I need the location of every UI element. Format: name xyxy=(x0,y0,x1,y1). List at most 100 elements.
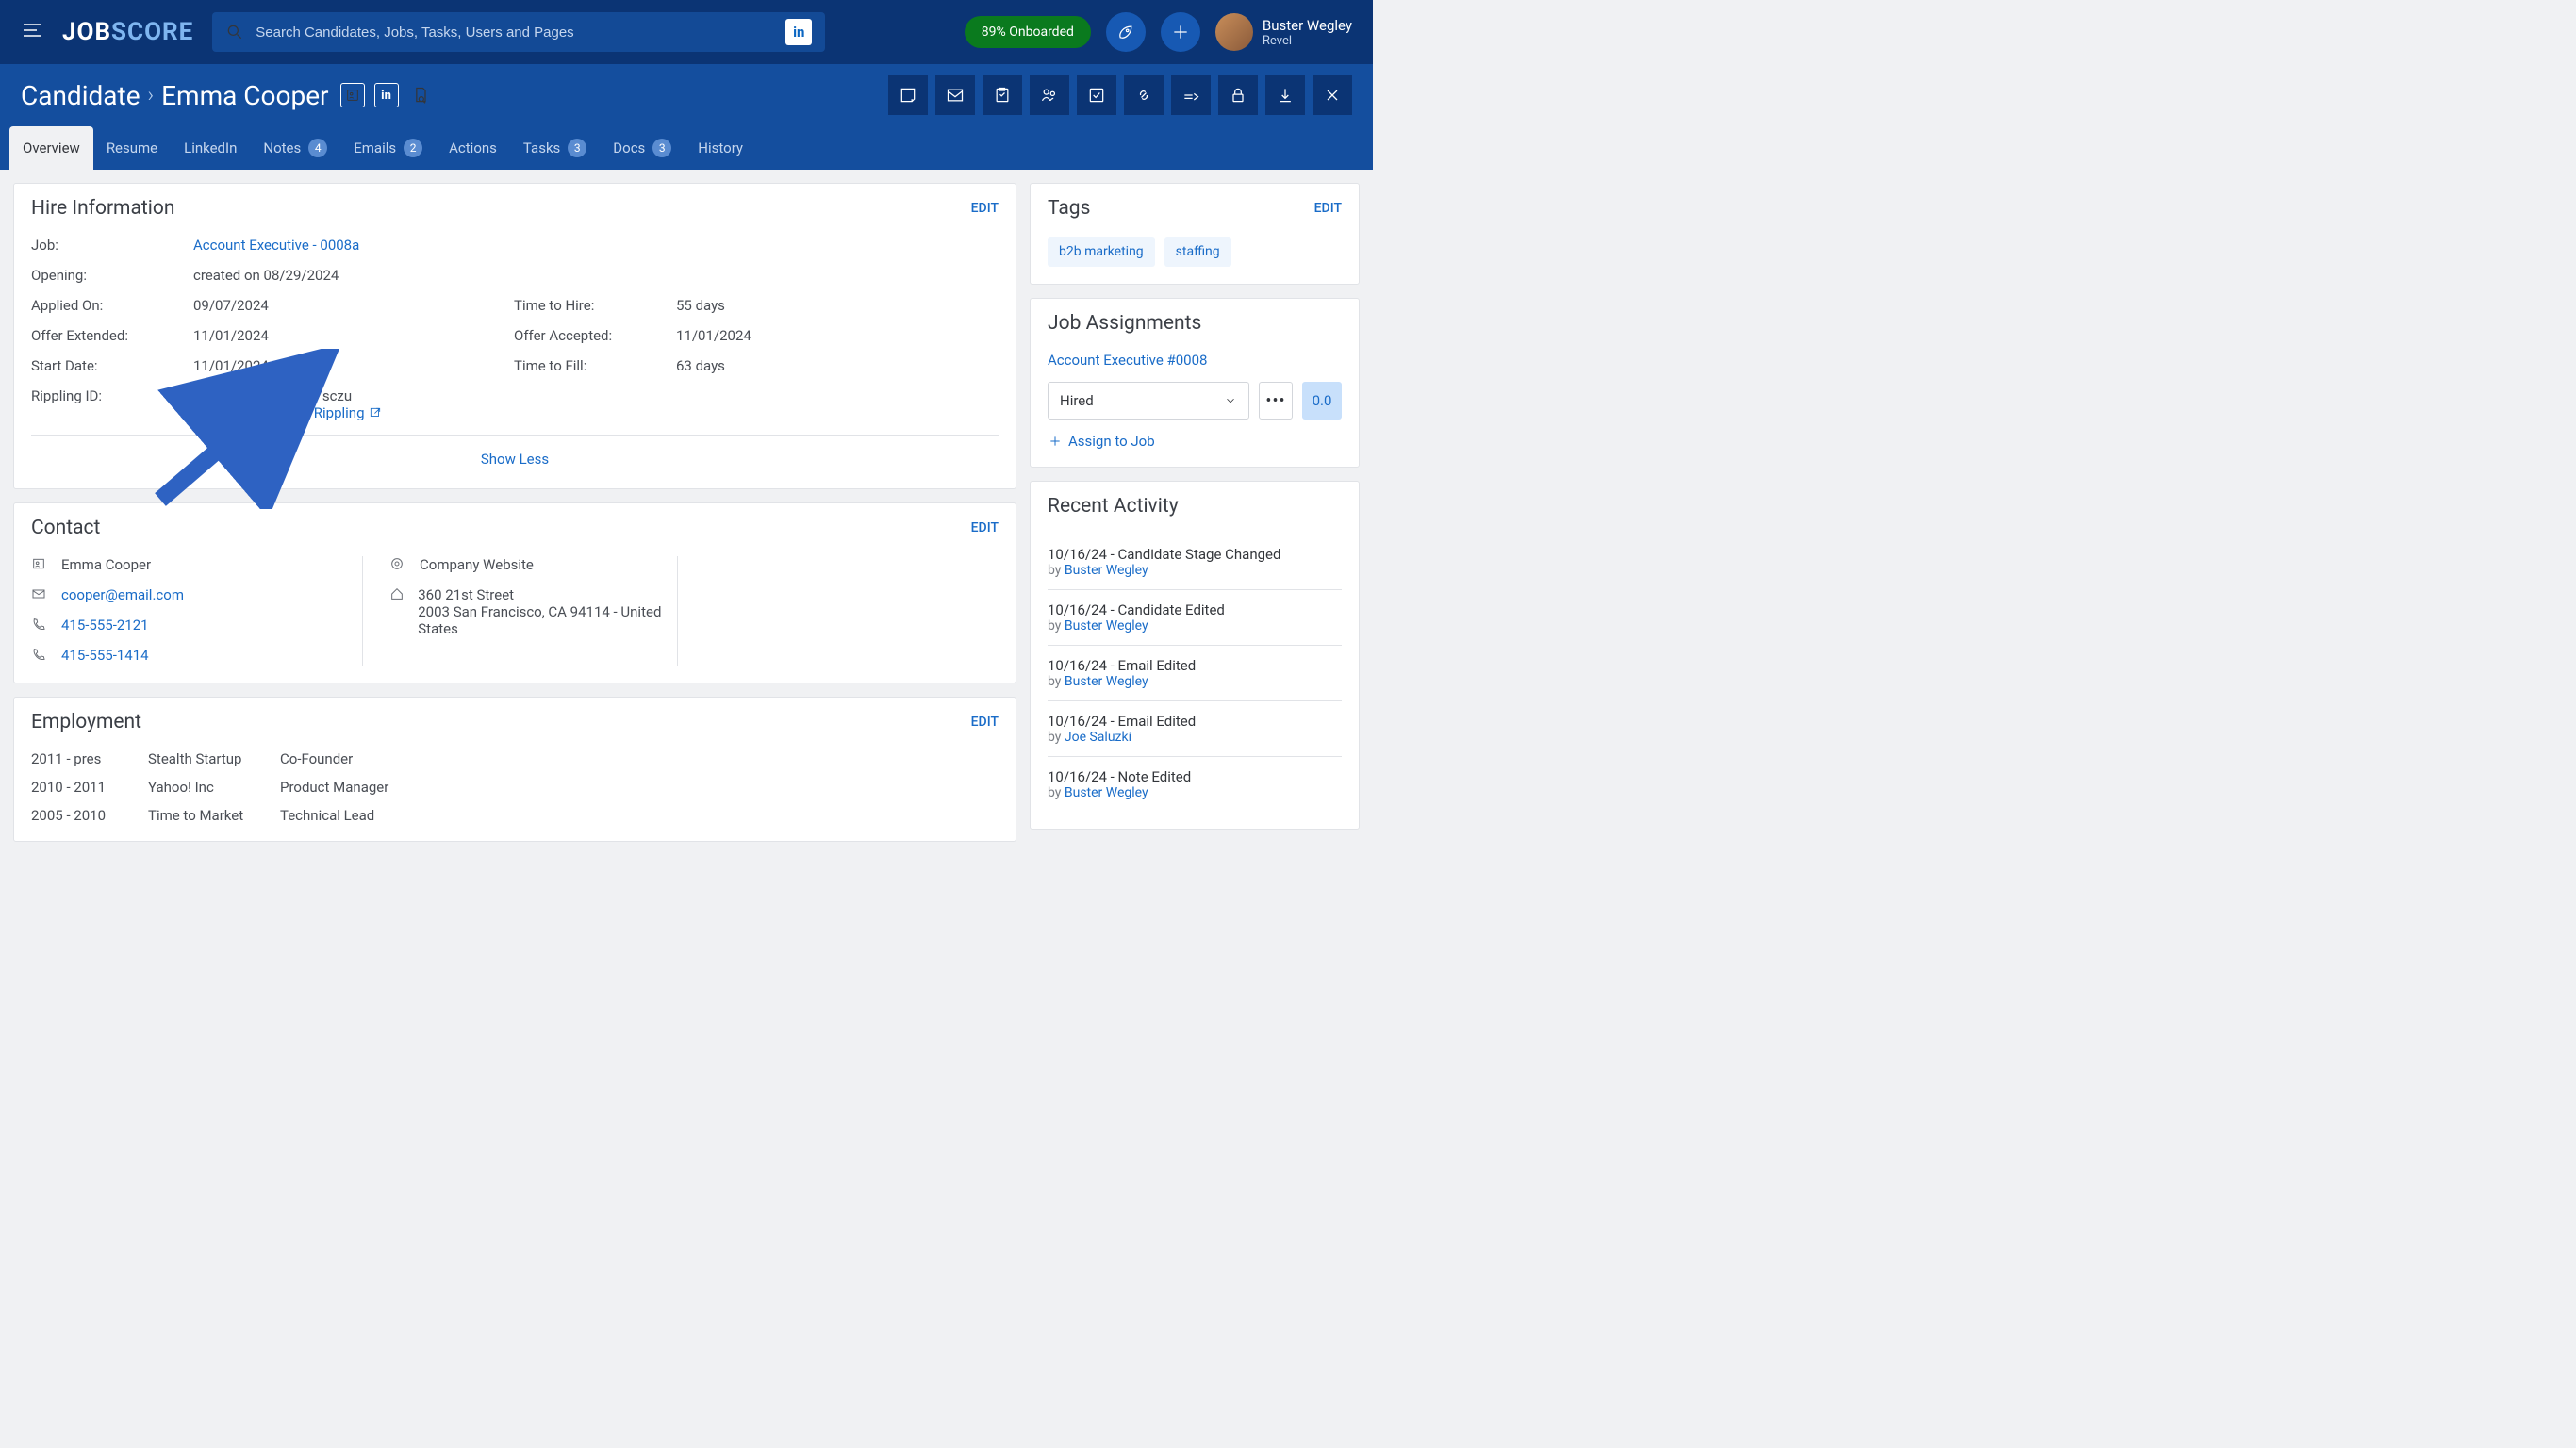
email-action-icon[interactable] xyxy=(935,75,975,115)
contact-phone2[interactable]: 415-555-1414 xyxy=(61,647,149,664)
search-input[interactable] xyxy=(256,25,774,41)
check-action-icon[interactable] xyxy=(1077,75,1116,115)
lock-action-icon[interactable] xyxy=(1218,75,1258,115)
more-options-button[interactable]: ••• xyxy=(1259,382,1293,420)
applied-label: Applied On: xyxy=(31,297,193,314)
phone-icon xyxy=(31,617,48,635)
user-org: Revel xyxy=(1263,34,1352,48)
tab-tasks[interactable]: Tasks3 xyxy=(510,126,600,170)
time-to-fill-label: Time to Fill: xyxy=(514,357,676,374)
tab-docs[interactable]: Docs3 xyxy=(600,126,685,170)
add-button[interactable] xyxy=(1161,12,1200,52)
contact-edit-link[interactable]: EDIT xyxy=(971,520,999,535)
menu-icon[interactable] xyxy=(21,19,43,45)
linkedin-search-icon[interactable]: in xyxy=(785,19,812,45)
job-assignments-panel: Job Assignments Account Executive #0008 … xyxy=(1030,298,1360,468)
activity-item: 10/16/24 - Candidate Edited by Buster We… xyxy=(1048,590,1342,646)
chevron-right-icon: › xyxy=(148,84,155,107)
external-link-icon xyxy=(369,406,382,420)
show-less-link[interactable]: Show Less xyxy=(31,435,999,471)
hire-info-title: Hire Information xyxy=(31,197,174,220)
offer-accepted-label: Offer Accepted: xyxy=(514,327,676,344)
emails-badge: 2 xyxy=(404,139,422,157)
score-value[interactable]: 0.0 xyxy=(1302,382,1342,420)
applied-value: 09/07/2024 xyxy=(193,297,514,314)
tags-edit-link[interactable]: EDIT xyxy=(1314,201,1342,216)
breadcrumb-label[interactable]: Candidate xyxy=(21,80,140,111)
activity-by-link[interactable]: Buster Wegley xyxy=(1065,563,1148,578)
tag-item[interactable]: staffing xyxy=(1164,237,1231,267)
activity-by-link[interactable]: Buster Wegley xyxy=(1065,618,1148,634)
activity-text: 10/16/24 - Candidate Stage Changed xyxy=(1048,546,1342,563)
assign-to-job-button[interactable]: Assign to Job xyxy=(1048,433,1342,450)
linkedin-icon[interactable]: in xyxy=(374,83,399,107)
tag-item[interactable]: b2b marketing xyxy=(1048,237,1155,267)
emp-company: Yahoo! Inc xyxy=(148,779,280,796)
rippling-id-label: Rippling ID: xyxy=(31,387,193,421)
note-action-icon[interactable] xyxy=(888,75,928,115)
contact-website: Company Website xyxy=(420,556,534,573)
search-icon xyxy=(225,23,244,41)
employment-title: Employment xyxy=(31,711,141,733)
contact-phone1[interactable]: 415-555-2121 xyxy=(61,617,149,634)
task-action-icon[interactable] xyxy=(983,75,1022,115)
stage-dropdown[interactable]: Hired xyxy=(1048,382,1249,420)
activity-text: 10/16/24 - Note Edited xyxy=(1048,768,1342,785)
person-icon xyxy=(31,556,48,575)
people-action-icon[interactable] xyxy=(1030,75,1069,115)
tab-notes[interactable]: Notes4 xyxy=(250,126,340,170)
chevron-down-icon xyxy=(1224,394,1237,407)
tab-actions[interactable]: Actions xyxy=(436,126,510,170)
rippling-link[interactable]: Rippling xyxy=(314,404,365,421)
emp-dates: 2010 - 2011 xyxy=(31,779,148,796)
rocket-button[interactable] xyxy=(1106,12,1146,52)
offer-extended-label: Offer Extended: xyxy=(31,327,193,344)
forward-action-icon[interactable] xyxy=(1171,75,1211,115)
employment-edit-link[interactable]: EDIT xyxy=(971,715,999,730)
tab-linkedin[interactable]: LinkedIn xyxy=(171,126,250,170)
emp-dates: 2005 - 2010 xyxy=(31,807,148,824)
email-icon xyxy=(31,586,48,605)
tab-emails[interactable]: Emails2 xyxy=(340,126,436,170)
onboard-status[interactable]: 89% Onboarded xyxy=(965,16,1091,48)
activity-item: 10/16/24 - Email Edited by Joe Saluzki xyxy=(1048,701,1342,757)
tab-history[interactable]: History xyxy=(685,126,756,170)
website-icon xyxy=(389,556,406,575)
profile-card-icon[interactable] xyxy=(340,83,365,107)
document-search-icon[interactable] xyxy=(408,83,433,107)
offer-accepted-value: 11/01/2024 xyxy=(676,327,999,344)
emp-role: Technical Lead xyxy=(280,807,999,824)
logo[interactable]: JOBSCORE xyxy=(62,18,193,46)
employment-panel: Employment EDIT 2011 - pres Stealth Star… xyxy=(13,697,1016,842)
job-assignment-link[interactable]: Account Executive #0008 xyxy=(1048,352,1342,369)
link-action-icon[interactable] xyxy=(1124,75,1164,115)
activity-item: 10/16/24 - Email Edited by Buster Wegley xyxy=(1048,646,1342,701)
activity-by-link[interactable]: Joe Saluzki xyxy=(1065,730,1131,745)
download-action-icon[interactable] xyxy=(1265,75,1305,115)
rippling-prefix: Click to view in xyxy=(193,404,287,421)
recent-activity-title: Recent Activity xyxy=(1048,495,1179,518)
activity-by-link[interactable]: Buster Wegley xyxy=(1065,785,1148,800)
job-assignments-title: Job Assignments xyxy=(1048,312,1201,335)
rippling-value-block: aGxyxik5Sr6BXreGI7sczu Click to view in … xyxy=(193,387,999,421)
activity-item: 10/16/24 - Note Edited by Buster Wegley xyxy=(1048,757,1342,812)
avatar xyxy=(1215,13,1253,51)
contact-addr2: 2003 San Francisco, CA 94114 - United St… xyxy=(418,603,677,637)
hire-edit-link[interactable]: EDIT xyxy=(971,201,999,216)
tab-overview[interactable]: Overview xyxy=(9,126,93,170)
tags-title: Tags xyxy=(1048,197,1090,220)
candidate-name: Emma Cooper xyxy=(161,80,328,111)
user-menu[interactable]: Buster Wegley Revel xyxy=(1215,13,1352,51)
time-to-hire-label: Time to Hire: xyxy=(514,297,676,314)
activity-text: 10/16/24 - Email Edited xyxy=(1048,713,1342,730)
job-value-link[interactable]: Account Executive - 0008a xyxy=(193,237,999,254)
activity-by-link[interactable]: Buster Wegley xyxy=(1065,674,1148,689)
stage-value: Hired xyxy=(1060,392,1094,409)
close-action-icon[interactable] xyxy=(1313,75,1352,115)
hire-information-panel: Hire Information EDIT Job: Account Execu… xyxy=(13,183,1016,489)
tab-resume[interactable]: Resume xyxy=(93,126,171,170)
rippling-logo-icon: ᚏ xyxy=(290,404,310,421)
user-name: Buster Wegley xyxy=(1263,17,1352,34)
emp-company: Stealth Startup xyxy=(148,750,280,767)
contact-email[interactable]: cooper@email.com xyxy=(61,586,184,603)
